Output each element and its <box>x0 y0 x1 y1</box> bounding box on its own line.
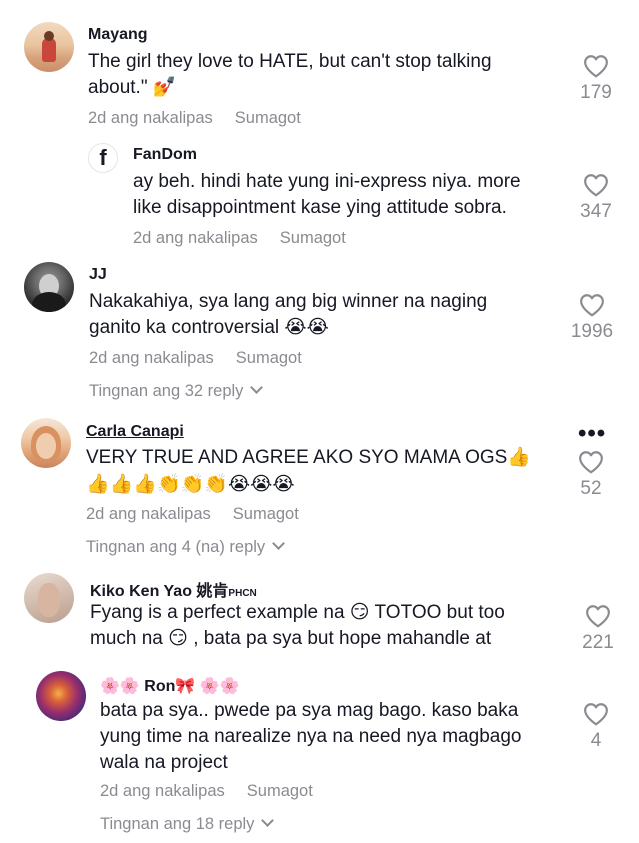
avatar[interactable]: f <box>88 143 118 173</box>
like-count: 179 <box>580 82 612 103</box>
avatar[interactable] <box>21 418 71 468</box>
timestamp: 2d ang nakalipas <box>88 109 213 127</box>
chevron-down-icon <box>250 381 264 394</box>
comment-text-line: ay beh. hindi hate yung ini-express niya… <box>133 171 521 192</box>
like-button[interactable]: 179 <box>572 54 620 104</box>
heart-outline-icon <box>584 174 608 197</box>
comment-author[interactable]: Carla Canapi <box>86 423 184 441</box>
facebook-icon: f <box>99 145 107 170</box>
like-count: 1996 <box>570 321 614 342</box>
heart-outline-icon <box>584 55 608 78</box>
timestamp: 2d ang nakalipas <box>86 505 211 523</box>
avatar[interactable] <box>24 262 74 312</box>
comment-author[interactable]: FanDom <box>133 146 197 164</box>
comment-text-line: Nakakahiya, sya lang ang big winner na n… <box>89 291 488 312</box>
heart-outline-icon <box>586 605 610 628</box>
comment-text-line: The girl they love to HATE, but can't st… <box>88 51 492 72</box>
comment-text-line: 👍👍👍👏👏👏😭😭😭 <box>86 474 295 495</box>
avatar[interactable] <box>24 22 74 72</box>
heart-outline-icon <box>579 451 603 474</box>
view-replies-button[interactable]: Tingnan ang 32 reply <box>89 381 264 401</box>
author-name: Kiko Ken Yao 姚肯 <box>90 583 229 600</box>
reply-button[interactable]: Sumagot <box>236 349 302 367</box>
comment-meta: 2d ang nakalipas Sumagot <box>89 349 302 368</box>
avatar[interactable] <box>24 573 74 623</box>
avatar[interactable] <box>36 671 86 721</box>
like-count: 221 <box>582 632 614 653</box>
heart-outline-icon <box>584 703 608 726</box>
chevron-down-icon <box>261 814 275 827</box>
comment-text-line: bata pa sya.. pwede pa sya mag bago. kas… <box>100 700 519 721</box>
reply-button[interactable]: Sumagot <box>280 229 346 247</box>
view-replies-label: Tingnan ang 4 (na) reply <box>86 538 266 556</box>
comment-author[interactable]: Mayang <box>88 26 148 44</box>
comment-meta: 2d ang nakalipas Sumagot <box>133 229 346 248</box>
like-button[interactable]: 1996 <box>568 293 616 343</box>
comment-author[interactable]: JJ <box>89 266 107 284</box>
like-count: 347 <box>580 201 612 222</box>
like-button[interactable]: 221 <box>574 604 622 654</box>
comment-text-line: yung time na narealize nya na need nya m… <box>100 726 522 747</box>
comment-text-line: much na 😏 , bata pa sya but hope mahandl… <box>90 628 492 649</box>
like-button[interactable]: 4 <box>572 702 620 752</box>
author-badge: PHCN <box>228 588 257 599</box>
like-button[interactable]: 347 <box>572 173 620 223</box>
comment-text-line: Fyang is a perfect example na 😏 TOTOO bu… <box>90 602 505 623</box>
view-replies-button[interactable]: Tingnan ang 18 reply <box>100 814 275 834</box>
comment-meta: 2d ang nakalipas Sumagot <box>86 505 299 524</box>
comment-text-line: wala na project <box>100 752 228 773</box>
comment-author[interactable]: 🌸🌸 Ron🎀 🌸🌸 <box>100 676 240 696</box>
comment-meta: 2d ang nakalipas Sumagot <box>100 782 313 801</box>
reply-button[interactable]: Sumagot <box>247 782 313 800</box>
view-replies-label: Tingnan ang 18 reply <box>100 815 255 833</box>
timestamp: 2d ang nakalipas <box>89 349 214 367</box>
more-dots-icon[interactable]: ••• <box>578 420 606 448</box>
comment-text-line: like disappointment kase ying attitude s… <box>133 197 507 218</box>
comment-text-line: about." 💅 <box>88 77 177 98</box>
comment-author[interactable]: Kiko Ken Yao 姚肯PHCN <box>90 577 257 601</box>
like-count: 4 <box>590 730 602 751</box>
reply-button[interactable]: Sumagot <box>235 109 301 127</box>
like-button[interactable]: 52 <box>567 450 615 500</box>
comment-text-line: ganito ka controversial 😭😭 <box>89 317 329 338</box>
like-count: 52 <box>580 478 602 499</box>
comment-text-line: VERY TRUE AND AGREE AKO SYO MAMA OGS👍 <box>86 447 531 468</box>
timestamp: 2d ang nakalipas <box>100 782 225 800</box>
chevron-down-icon <box>272 537 286 550</box>
view-replies-button[interactable]: Tingnan ang 4 (na) reply <box>86 537 286 557</box>
heart-outline-icon <box>580 294 604 317</box>
reply-button[interactable]: Sumagot <box>233 505 299 523</box>
comment-meta: 2d ang nakalipas Sumagot <box>88 109 301 128</box>
timestamp: 2d ang nakalipas <box>133 229 258 247</box>
view-replies-label: Tingnan ang 32 reply <box>89 382 244 400</box>
